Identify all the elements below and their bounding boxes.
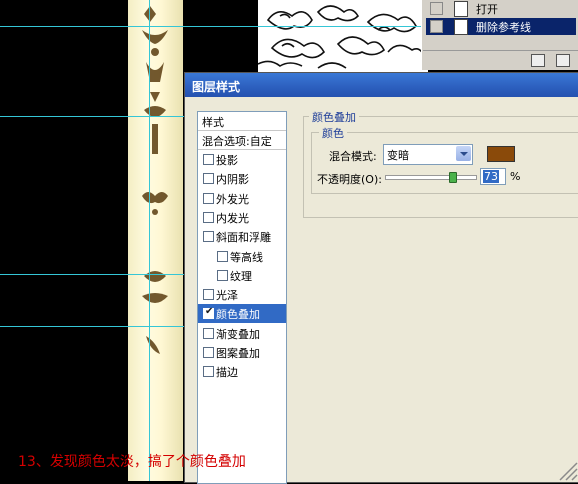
style-checkbox[interactable] (203, 231, 214, 243)
opacity-slider[interactable] (385, 172, 477, 183)
color-overlay-title: 颜色叠加 (309, 109, 359, 125)
opacity-input[interactable]: 73 (480, 168, 506, 185)
style-checkbox[interactable] (203, 347, 214, 358)
style-item-label: 纹理 (230, 269, 252, 283)
history-item-label: 打开 (476, 3, 498, 16)
blend-options-label: 混合选项:自定 (202, 135, 272, 148)
new-snapshot-icon[interactable] (556, 54, 570, 67)
dialog-title: 图层样式 (192, 80, 241, 94)
style-checkbox[interactable] (203, 366, 214, 378)
tutorial-caption: 13、发现颜色太淡，搞了个颜色叠加 (18, 454, 246, 470)
style-list-header[interactable]: 样式 (198, 112, 286, 131)
opacity-unit: % (510, 170, 521, 183)
history-state-icon (454, 19, 468, 35)
style-checkbox[interactable] (203, 211, 214, 223)
history-state-icon (454, 1, 468, 17)
style-list: 样式 混合选项:自定 投影内阴影外发光内发光斜面和浮雕等高线纹理光泽 ✔ 颜色叠加渐… (197, 111, 287, 484)
style-checkbox[interactable] (203, 289, 214, 301)
style-item-4[interactable]: 斜面和浮雕 (198, 227, 286, 246)
style-item-label: 图案叠加 (216, 347, 260, 360)
style-item-7[interactable]: 光泽 (198, 285, 286, 304)
style-checkbox[interactable] (217, 269, 228, 281)
style-checkbox[interactable]: ✔ (203, 306, 214, 320)
style-item-5[interactable]: 等高线 (198, 247, 286, 266)
style-item-label: 颜色叠加 (216, 308, 260, 322)
blend-mode-label: 混合模式: (329, 150, 377, 163)
style-item-0[interactable]: 投影 (198, 150, 286, 169)
opacity-slider-thumb[interactable] (448, 172, 457, 183)
checkmark-icon: ✔ (205, 306, 214, 318)
opacity-value: 73 (483, 170, 499, 183)
history-toggle-checkbox[interactable] (430, 20, 443, 33)
style-checkbox[interactable] (203, 327, 214, 339)
style-item-label: 投影 (216, 154, 238, 167)
cloud-pattern-image (258, 0, 428, 72)
style-item-label: 渐变叠加 (216, 327, 260, 341)
overlay-color-swatch[interactable] (487, 146, 515, 162)
style-item-label: 外发光 (216, 192, 249, 206)
layer-style-dialog: 图层样式 样式 混合选项:自定 投影内阴影外发光内发光斜面和浮雕等高线纹理光泽 ✔… (184, 72, 578, 484)
resize-grip-icon[interactable] (552, 455, 578, 481)
color-overlay-group: 颜色叠加 颜色 混合模式: 变暗 不透明度(O): 73 % (297, 109, 578, 218)
style-item-9[interactable]: 渐变叠加 (198, 324, 286, 343)
style-item-6[interactable]: 纹理 (198, 266, 286, 285)
style-item-2[interactable]: 外发光 (198, 189, 286, 208)
style-item-label: 内阴影 (216, 173, 249, 187)
style-checkbox[interactable] (203, 173, 214, 185)
style-item-label: 斜面和浮雕 (216, 231, 271, 245)
opacity-label: 不透明度(O): (317, 173, 382, 186)
ruler-strip-image (128, 0, 183, 481)
blend-mode-value: 变暗 (387, 149, 409, 162)
history-item-delete-guides[interactable]: 删除参考线 (426, 18, 576, 35)
history-toggle-checkbox[interactable] (430, 2, 443, 15)
style-item-label: 内发光 (216, 211, 249, 225)
style-item-label: 等高线 (230, 250, 263, 264)
style-item-3[interactable]: 内发光 (198, 208, 286, 227)
guide-line-vertical (149, 0, 150, 481)
chevron-down-icon[interactable] (456, 146, 471, 161)
style-item-1[interactable]: 内阴影 (198, 169, 286, 188)
style-checkbox[interactable] (203, 192, 214, 204)
style-item-label: 光泽 (216, 289, 238, 303)
style-item-10[interactable]: 图案叠加 (198, 343, 286, 362)
history-footer (423, 50, 578, 69)
style-item-11[interactable]: 描边 (198, 362, 286, 381)
color-subgroup-title: 颜色 (319, 125, 347, 141)
new-document-icon[interactable] (531, 54, 545, 67)
history-item-open[interactable]: 打开 (426, 0, 576, 17)
blend-options-item[interactable]: 混合选项:自定 (198, 131, 286, 150)
style-list-header-label: 样式 (202, 116, 224, 129)
style-checkbox[interactable] (203, 154, 214, 165)
style-item-label: 描边 (216, 366, 238, 380)
history-panel: 打开 删除参考线 (421, 0, 578, 70)
dialog-title-bar[interactable]: 图层样式 (185, 73, 578, 97)
history-item-label: 删除参考线 (476, 21, 531, 34)
style-item-8[interactable]: ✔ 颜色叠加 (198, 304, 286, 324)
blend-mode-select[interactable]: 变暗 (383, 144, 473, 165)
style-checkbox[interactable] (217, 250, 228, 262)
